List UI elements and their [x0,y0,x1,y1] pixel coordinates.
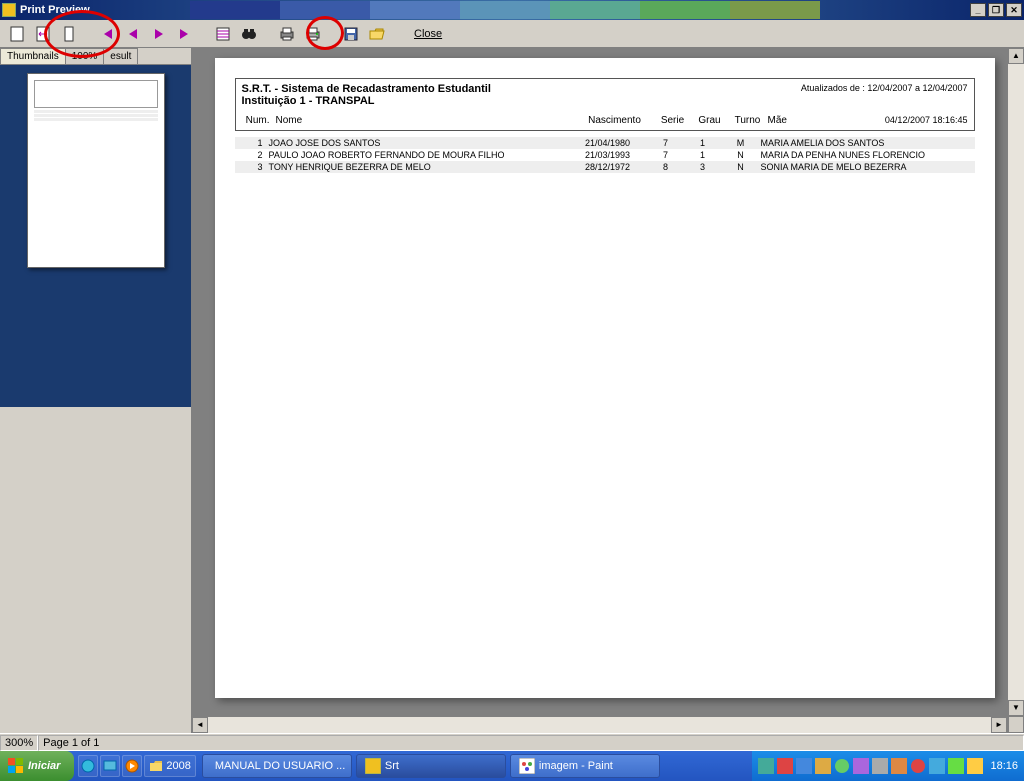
page-width-button[interactable] [32,23,54,45]
next-page-button[interactable] [148,23,170,45]
tray-icon[interactable] [758,758,774,774]
ql-folder[interactable]: 2008 [144,755,195,777]
print-setup-button[interactable] [276,23,298,45]
vertical-scrollbar[interactable]: ▲ ▼ [1007,48,1024,733]
tray-icon[interactable] [796,758,812,774]
col-nome: Nome [276,115,576,126]
left-panel: Thumbnails 100% esult [0,48,192,733]
tray-icon[interactable] [834,758,850,774]
tray-icon[interactable] [891,758,907,774]
prev-page-button[interactable] [122,23,144,45]
print-button[interactable] [302,23,324,45]
scroll-up-button[interactable]: ▲ [1008,48,1024,64]
col-mae: Mãe [768,115,848,126]
save-button[interactable] [340,23,362,45]
report-rows: 1JOAO JOSE DOS SANTOS21/04/198071MMARIA … [235,137,975,173]
workarea: Thumbnails 100% esult S.R.T. - Sistema d… [0,48,1024,733]
report-header: S.R.T. - Sistema de Recadastramento Estu… [235,78,975,131]
thumbnail-area [0,65,191,407]
statusbar: 300% Page 1 of 1 [0,733,1024,751]
last-page-button[interactable] [174,23,196,45]
tray-icon[interactable] [777,758,793,774]
margins-button[interactable] [212,23,234,45]
start-button[interactable]: Iniciar [0,751,74,781]
open-button[interactable] [366,23,388,45]
folder-icon [149,760,163,772]
tray-icon[interactable] [948,758,964,774]
tray-icon[interactable] [910,758,926,774]
col-num: Num. [242,115,276,126]
ql-desktop-icon[interactable] [100,755,120,777]
status-page: Page 1 of 1 [38,735,1024,751]
toolbar: Close [0,20,1024,48]
ql-folder-label: 2008 [166,760,190,772]
col-nascimento: Nascimento [576,115,654,126]
start-label: Iniciar [28,760,60,772]
left-tabs: Thumbnails 100% esult [0,48,191,65]
tray-icon[interactable] [853,758,869,774]
titlebar-colors [190,1,820,19]
table-row: 3TONY HENRIQUE BEZERRA DE MELO28/12/1972… [235,161,975,173]
status-zoom: 300% [0,735,38,751]
table-row: 2PAULO JOAO ROBERTO FERNANDO DE MOURA FI… [235,149,975,161]
scroll-right-button[interactable]: ► [991,717,1007,733]
close-button[interactable]: ✕ [1006,3,1022,17]
tray-icon[interactable] [967,758,983,774]
report-subtitle: Instituição 1 - TRANSPAL [242,95,491,107]
clock[interactable]: 18:16 [986,760,1018,772]
table-row: 1JOAO JOSE DOS SANTOS21/04/198071MMARIA … [235,137,975,149]
titlebar: Print Preview _ ❐ ✕ [0,0,1024,20]
taskbar-item[interactable]: imagem - Paint [510,754,660,778]
scroll-left-button[interactable]: ◄ [192,717,208,733]
main-view: S.R.T. - Sistema de Recadastramento Estu… [192,48,1024,733]
first-page-button[interactable] [96,23,118,45]
report-page: S.R.T. - Sistema de Recadastramento Estu… [215,58,995,698]
minimize-button[interactable]: _ [970,3,986,17]
page-whole-button[interactable] [6,23,28,45]
system-tray: 18:16 [752,751,1024,781]
ql-ie-icon[interactable] [78,755,98,777]
tab-result[interactable]: esult [103,48,138,64]
report-title: S.R.T. - Sistema de Recadastramento Estu… [242,83,491,95]
windows-logo-icon [8,758,24,774]
ql-media-icon[interactable] [122,755,142,777]
maximize-button[interactable]: ❐ [988,3,1004,17]
report-updated: Atualizados de : 12/04/2007 a 12/04/2007 [801,83,968,107]
scroll-down-button[interactable]: ▼ [1008,700,1024,716]
col-turno: Turno [728,115,768,126]
close-link[interactable]: Close [414,28,442,40]
taskbar: Iniciar 2008 WMANUAL DO USUARIO ...Srtim… [0,751,1024,781]
tab-search[interactable]: 100% [65,48,105,64]
page-100-button[interactable] [58,23,80,45]
binoculars-icon[interactable] [238,23,260,45]
quick-launch: 2008 [74,755,199,777]
report-column-headers: Num. Nome Nascimento Serie Grau Turno Mã… [242,115,968,126]
tray-icon[interactable] [872,758,888,774]
col-serie: Serie [654,115,692,126]
page-thumbnail-1[interactable] [27,73,165,268]
window-title: Print Preview [20,4,90,16]
col-grau: Grau [692,115,728,126]
report-datetime: 04/12/2007 18:16:45 [848,115,968,126]
app-icon [2,3,16,17]
tab-thumbnails[interactable]: Thumbnails [0,48,66,64]
tray-icon[interactable] [929,758,945,774]
horizontal-scrollbar[interactable]: ◄ ► [192,716,1007,733]
taskbar-item[interactable]: Srt [356,754,506,778]
tray-icon[interactable] [815,758,831,774]
page-container[interactable]: S.R.T. - Sistema de Recadastramento Estu… [192,48,1007,716]
taskbar-item[interactable]: WMANUAL DO USUARIO ... [202,754,352,778]
